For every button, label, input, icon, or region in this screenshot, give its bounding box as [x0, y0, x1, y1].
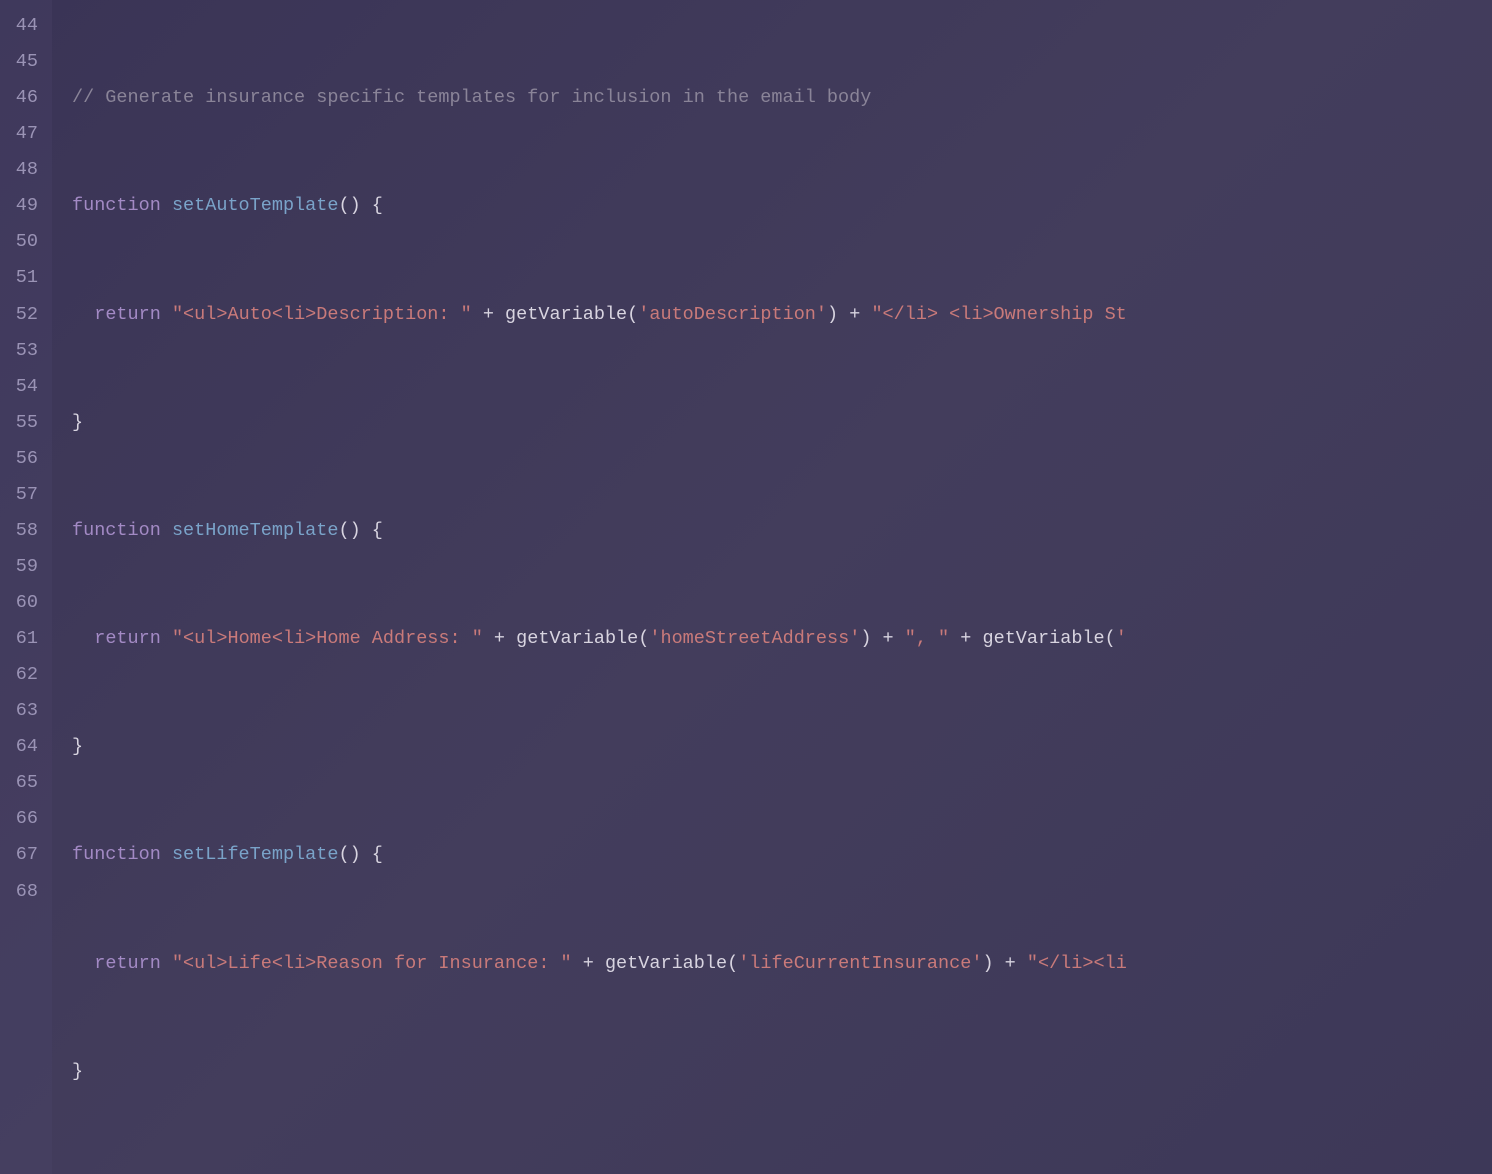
line-number: 57 — [0, 477, 38, 513]
line-number: 58 — [0, 513, 38, 549]
line-number: 52 — [0, 297, 38, 333]
keyword: return — [94, 953, 161, 974]
code-content[interactable]: // Generate insurance specific templates… — [52, 0, 1492, 1174]
line-number: 49 — [0, 188, 38, 224]
parens: ( — [627, 304, 638, 325]
code-line[interactable]: } — [72, 1054, 1492, 1090]
string-literal: 'autoDescription' — [638, 304, 827, 325]
code-line[interactable]: return "<ul>Life<li>Reason for Insurance… — [72, 946, 1492, 982]
string-literal: ", " — [905, 628, 949, 649]
line-number: 48 — [0, 152, 38, 188]
parens: ( — [727, 953, 738, 974]
line-number: 61 — [0, 621, 38, 657]
string-literal: "<ul>Home<li>Home Address: " — [172, 628, 483, 649]
comment-text: // Generate insurance specific templates… — [72, 87, 871, 108]
line-number: 60 — [0, 585, 38, 621]
line-number: 53 — [0, 333, 38, 369]
parens: ) — [827, 304, 838, 325]
string-literal: "<ul>Life<li>Reason for Insurance: " — [172, 953, 572, 974]
operator: + — [483, 304, 494, 325]
parens: ) — [982, 953, 993, 974]
line-number: 46 — [0, 80, 38, 116]
function-name: setAutoTemplate — [172, 195, 339, 216]
function-call: getVariable — [516, 628, 638, 649]
code-line[interactable]: return "<ul>Auto<li>Description: " + get… — [72, 297, 1492, 333]
brace: { — [372, 844, 383, 865]
function-name: setLifeTemplate — [172, 844, 339, 865]
keyword: function — [72, 520, 161, 541]
line-number: 56 — [0, 441, 38, 477]
line-number: 67 — [0, 837, 38, 873]
line-number: 65 — [0, 765, 38, 801]
line-number: 64 — [0, 729, 38, 765]
line-number: 59 — [0, 549, 38, 585]
string-literal: "</li><li — [1027, 953, 1127, 974]
string-literal: "</li> <li>Ownership St — [871, 304, 1126, 325]
string-literal: 'homeStreetAddress' — [649, 628, 860, 649]
code-line[interactable]: function setHomeTemplate() { — [72, 513, 1492, 549]
code-line[interactable]: // Generate insurance specific templates… — [72, 80, 1492, 116]
keyword: return — [94, 304, 161, 325]
function-call: getVariable — [505, 304, 627, 325]
parens: () — [338, 520, 360, 541]
operator: + — [1005, 953, 1016, 974]
operator: + — [960, 628, 971, 649]
code-line[interactable]: } — [72, 729, 1492, 765]
parens: () — [338, 844, 360, 865]
string-literal: ' — [1116, 628, 1127, 649]
line-number: 54 — [0, 369, 38, 405]
code-editor[interactable]: 44 45 46 47 48 49 50 51 52 53 54 55 56 5… — [0, 0, 1492, 1174]
parens: () — [338, 195, 360, 216]
line-number: 50 — [0, 224, 38, 260]
parens: ) — [860, 628, 871, 649]
line-number: 47 — [0, 116, 38, 152]
line-number: 51 — [0, 260, 38, 296]
brace: } — [72, 412, 83, 433]
brace: } — [72, 736, 83, 757]
code-line[interactable]: function setLifeTemplate() { — [72, 837, 1492, 873]
operator: + — [849, 304, 860, 325]
code-line[interactable]: } — [72, 405, 1492, 441]
line-number: 68 — [0, 874, 38, 910]
function-name: setHomeTemplate — [172, 520, 339, 541]
line-number: 66 — [0, 801, 38, 837]
code-line[interactable]: return "<ul>Home<li>Home Address: " + ge… — [72, 621, 1492, 657]
line-number: 44 — [0, 8, 38, 44]
operator: + — [494, 628, 505, 649]
keyword: function — [72, 195, 161, 216]
line-number: 63 — [0, 693, 38, 729]
string-literal: 'lifeCurrentInsurance' — [738, 953, 982, 974]
code-line[interactable] — [72, 1162, 1492, 1174]
brace: { — [372, 195, 383, 216]
keyword: function — [72, 844, 161, 865]
brace: } — [72, 1061, 83, 1082]
parens: ( — [638, 628, 649, 649]
line-number: 55 — [0, 405, 38, 441]
function-call: getVariable — [983, 628, 1105, 649]
line-number: 45 — [0, 44, 38, 80]
operator: + — [883, 628, 894, 649]
line-number-gutter: 44 45 46 47 48 49 50 51 52 53 54 55 56 5… — [0, 0, 52, 1174]
string-literal: "<ul>Auto<li>Description: " — [172, 304, 472, 325]
keyword: return — [94, 628, 161, 649]
code-line[interactable]: function setAutoTemplate() { — [72, 188, 1492, 224]
brace: { — [372, 520, 383, 541]
operator: + — [583, 953, 594, 974]
line-number: 62 — [0, 657, 38, 693]
function-call: getVariable — [605, 953, 727, 974]
parens: ( — [1105, 628, 1116, 649]
